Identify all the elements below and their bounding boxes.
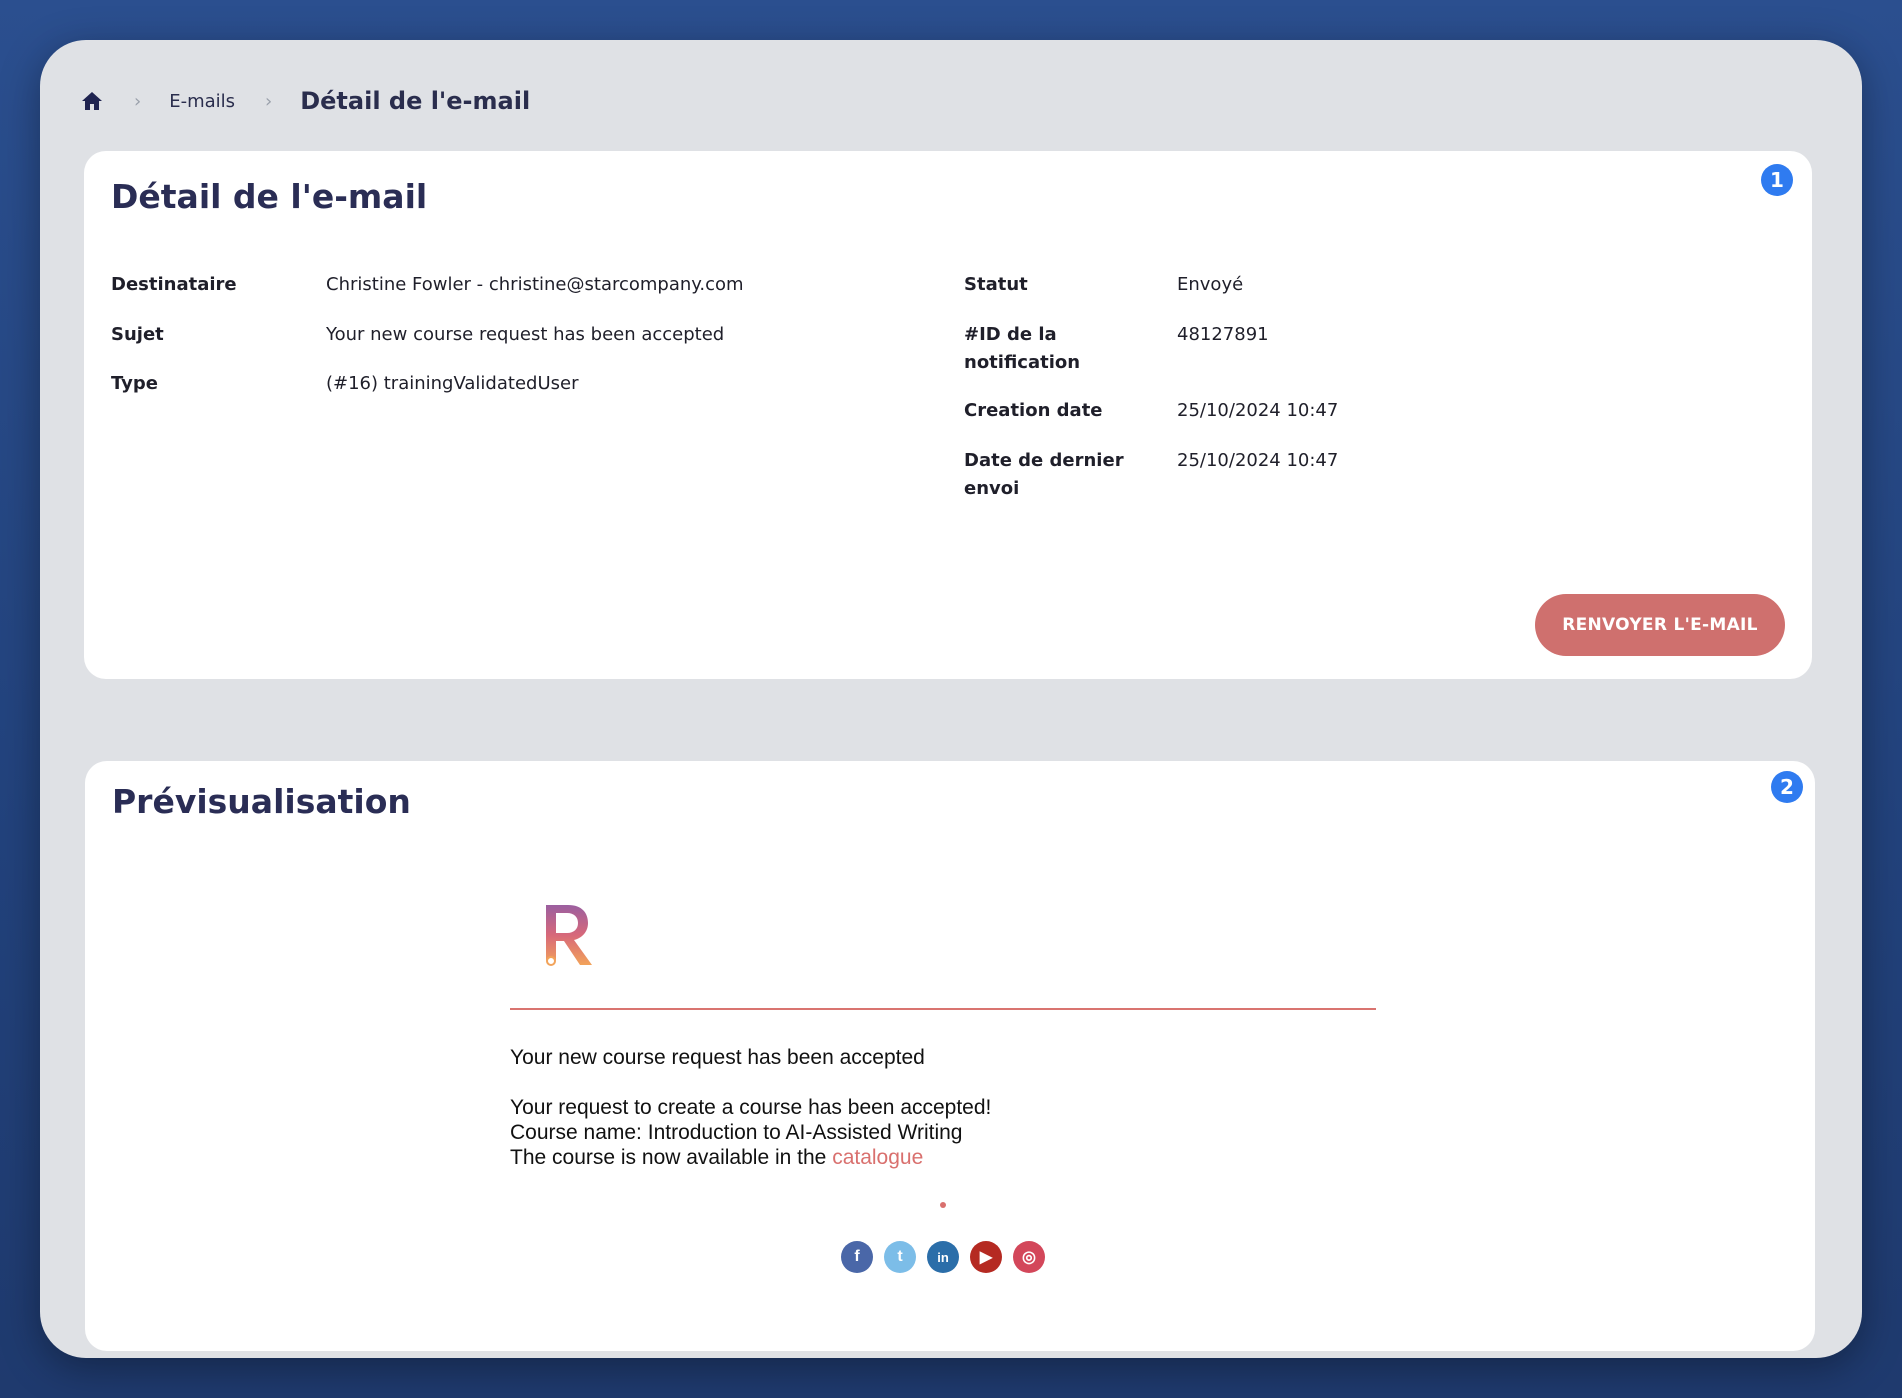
email-detail-card: Détail de l'e-mail 1 Destinataire Christ…: [84, 151, 1812, 679]
separator-dot: [940, 1202, 946, 1208]
email-subject: Your new course request has been accepte…: [510, 1046, 925, 1069]
home-icon[interactable]: [80, 89, 104, 113]
facebook-icon[interactable]: f: [841, 1241, 873, 1273]
twitter-icon[interactable]: t: [884, 1241, 916, 1273]
detail-card-title: Détail de l'e-mail: [111, 177, 428, 216]
last-sent-date-value: 25/10/2024 10:47: [1177, 450, 1339, 471]
breadcrumb-current: Détail de l'e-mail: [300, 87, 531, 115]
subject-label: Sujet: [111, 324, 164, 345]
chevron-right-icon: ›: [134, 90, 142, 112]
creation-date-value: 25/10/2024 10:47: [1177, 400, 1339, 421]
email-preview: R Your new course request has been accep…: [510, 901, 1376, 1273]
email-preview-card: Prévisualisation 2 R Your new course req…: [85, 761, 1815, 1351]
app-window: › E-mails › Détail de l'e-mail Détail de…: [40, 40, 1862, 1358]
brand-logo: R: [546, 905, 592, 966]
step-badge-2: 2: [1771, 771, 1803, 803]
step-badge-1: 1: [1761, 164, 1793, 196]
status-value: Envoyé: [1177, 274, 1244, 295]
last-sent-date-label: Date de dernier envoi: [964, 450, 1124, 499]
status-label: Statut: [964, 274, 1028, 295]
recipient-value: Christine Fowler - christine@starcompany…: [326, 274, 744, 295]
email-divider: [510, 1008, 1376, 1010]
chevron-right-icon: ›: [265, 90, 273, 112]
email-body-text: The course is now available in the: [510, 1146, 827, 1169]
youtube-icon[interactable]: ▶: [970, 1241, 1002, 1273]
type-value: (#16) trainingValidatedUser: [326, 373, 579, 394]
creation-date-label: Creation date: [964, 400, 1103, 421]
email-body-line: Course name: Introduction to AI-Assisted…: [510, 1121, 963, 1144]
linkedin-icon[interactable]: in: [927, 1241, 959, 1273]
instagram-icon[interactable]: ◎: [1013, 1241, 1045, 1273]
breadcrumb: › E-mails › Détail de l'e-mail: [80, 76, 530, 126]
subject-value: Your new course request has been accepte…: [326, 324, 725, 345]
email-body: Your request to create a course has been…: [510, 1095, 1376, 1170]
notification-id-value: 48127891: [1177, 324, 1269, 345]
resend-email-button[interactable]: RENVOYER L'E-MAIL: [1535, 594, 1785, 656]
notification-id-label: #ID de la notification: [964, 324, 1081, 373]
preview-card-title: Prévisualisation: [112, 782, 411, 821]
breadcrumb-item-emails[interactable]: E-mails: [169, 91, 235, 112]
email-body-line: The course is now available in the catal…: [510, 1145, 1376, 1170]
recipient-label: Destinataire: [111, 274, 237, 295]
type-label: Type: [111, 373, 158, 394]
social-links: f t in ▶ ◎: [510, 1241, 1376, 1273]
email-body-line: Your request to create a course has been…: [510, 1096, 992, 1119]
catalogue-link[interactable]: catalogue: [832, 1146, 923, 1169]
